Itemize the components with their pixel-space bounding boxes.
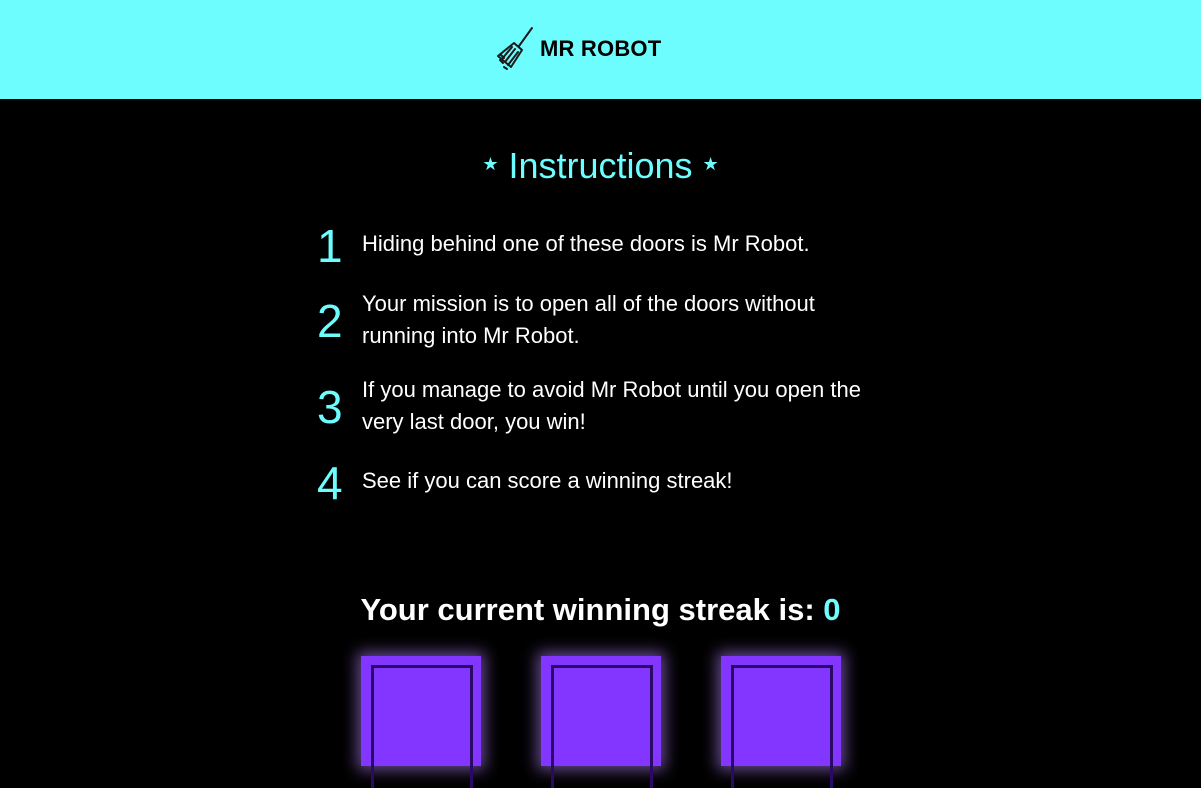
instructions-title: Instructions [508,145,693,186]
star-icon: ★ [702,154,719,174]
step-text: See if you can score a winning streak! [362,468,733,493]
streak-label: Your current winning streak is: [360,592,824,627]
step-text: Your mission is to open all of the doors… [362,291,815,348]
step-number: 4 [317,457,343,509]
step-text: Hiding behind one of these doors is Mr R… [362,231,810,256]
step-number: 1 [317,220,343,272]
brand-title[interactable]: MR ROBOT [540,34,661,64]
step-number: 2 [317,295,343,347]
door-frame [371,665,473,788]
step-text: If you manage to avoid Mr Robot until yo… [362,377,861,434]
instructions-heading: ★ Instructions ★ [0,142,1201,190]
door-frame [551,665,653,788]
broom-icon [497,27,533,70]
door-frame [731,665,833,788]
step-number: 3 [317,381,343,433]
site-header: MR ROBOT [0,0,1201,99]
streak-count: 0 [823,592,841,627]
winning-streak: Your current winning streak is: 0 [0,588,1201,632]
star-icon: ★ [482,154,499,174]
